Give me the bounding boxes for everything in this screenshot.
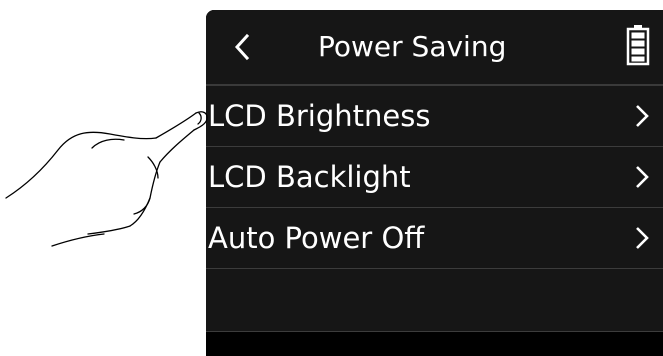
menu-item-label: Auto Power Off: [208, 221, 425, 255]
chevron-right-icon: [636, 166, 649, 188]
chevron-right-icon: [636, 227, 649, 249]
empty-menu-row: [206, 269, 663, 332]
back-button[interactable]: [224, 24, 260, 70]
menu-item-lcd-backlight[interactable]: LCD Backlight: [206, 147, 663, 208]
page-title: Power Saving: [318, 30, 507, 63]
menu-list: LCD Brightness LCD Backlight Auto Power …: [206, 86, 663, 332]
menu-item-lcd-brightness[interactable]: LCD Brightness: [206, 86, 663, 147]
chevron-left-icon: [234, 33, 250, 61]
chevron-right-icon: [636, 105, 649, 127]
menu-item-label: LCD Brightness: [208, 99, 431, 133]
menu-item-auto-power-off[interactable]: Auto Power Off: [206, 208, 663, 269]
menu-item-label: LCD Backlight: [208, 160, 411, 194]
title-bar: Power Saving: [206, 10, 663, 86]
battery-icon: [626, 25, 650, 66]
device-screen: Power Saving LCD Brightness LCD Backligh…: [206, 10, 663, 356]
